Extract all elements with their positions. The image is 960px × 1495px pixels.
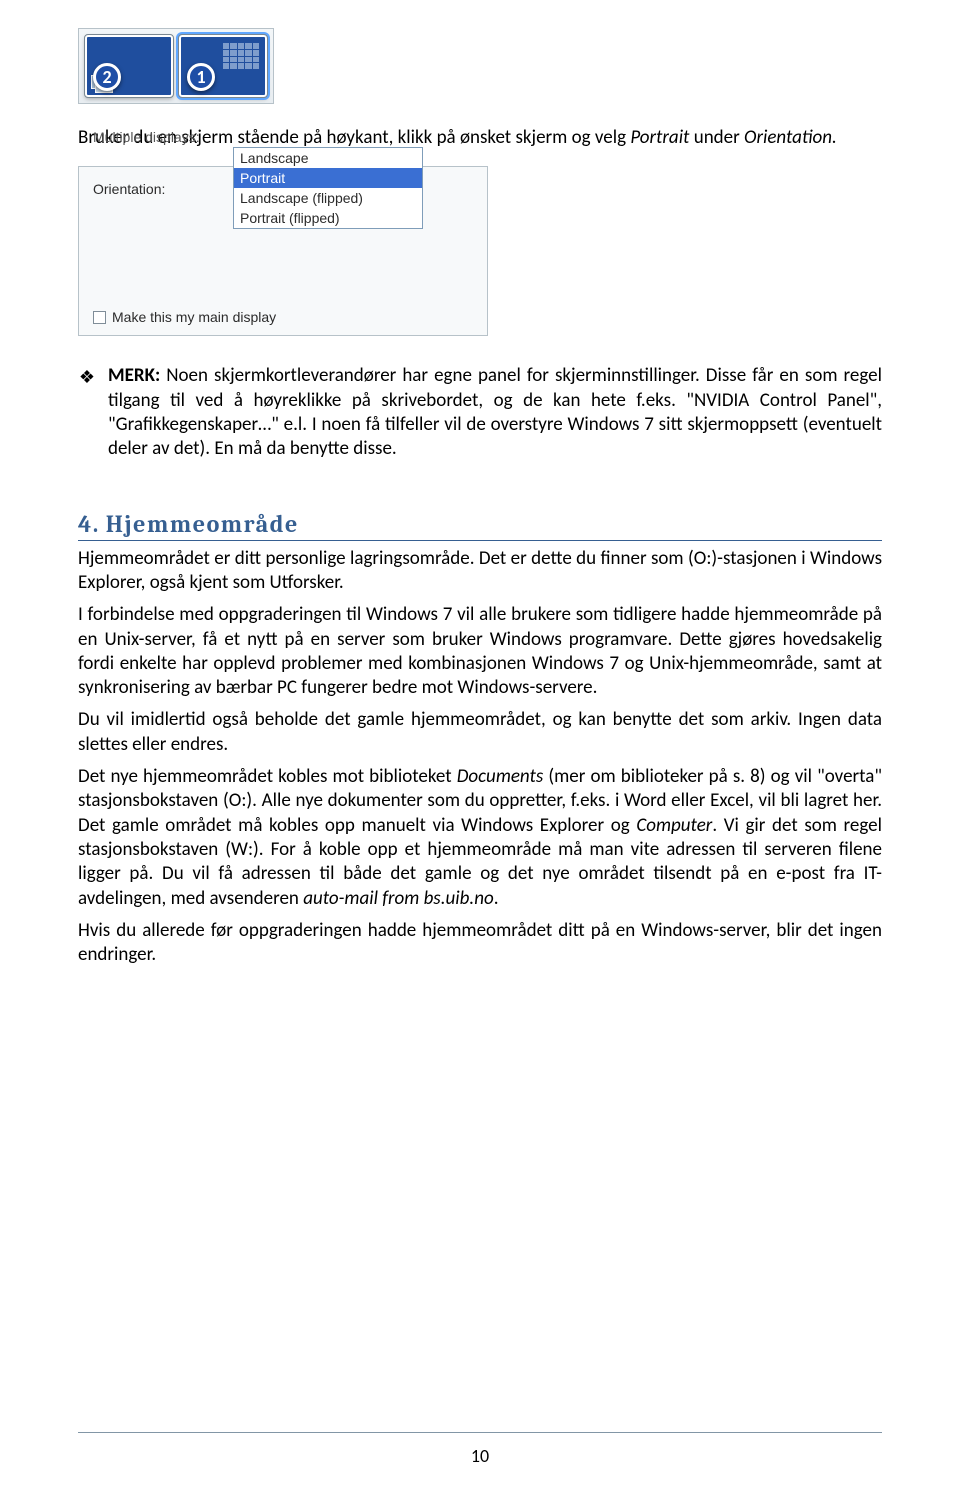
orientation-label: Orientation: [93, 181, 233, 197]
main-display-checkbox-label: Make this my main display [112, 309, 276, 325]
orientation-option[interactable]: Landscape (flipped) [234, 188, 422, 208]
monitor-selection-figure: 2 1 [78, 28, 274, 104]
paragraph: Du vil imidlertid også beholde det gamle… [78, 708, 882, 757]
footer-rule [78, 1432, 882, 1433]
note-text: MERK: Noen skjermkortleverandører har eg… [108, 364, 882, 461]
multiple-displays-label: Multiple displays: [93, 129, 233, 145]
orientation-option[interactable]: Portrait (flipped) [234, 208, 422, 228]
paragraph: Hvis du allerede før oppgraderingen hadd… [78, 919, 882, 968]
paragraph: Det nye hjemmeområdet kobles mot bibliot… [78, 765, 882, 911]
monitor-number-badge: 2 [93, 63, 121, 91]
note-block: ❖ MERK: Noen skjermkortleverandører har … [78, 364, 882, 461]
monitor-number-badge: 1 [187, 63, 215, 91]
paragraph: Hjemmeområdet er ditt personlige lagring… [78, 547, 882, 596]
paragraph: I forbindelse med oppgraderingen til Win… [78, 603, 882, 700]
orientation-option[interactable]: Landscape [234, 148, 422, 168]
monitor-1-thumbnail: 1 [179, 35, 267, 97]
heading-hjemmeomraade: 4.Hjemmeområde [78, 510, 882, 541]
orientation-dropdown-list: Landscape Portrait Landscape (flipped) P… [233, 147, 423, 229]
monitor-2-thumbnail: 2 [85, 35, 173, 97]
diamond-bullet-icon: ❖ [78, 366, 96, 461]
main-display-checkbox[interactable] [93, 311, 106, 324]
orientation-option[interactable]: Portrait [234, 168, 422, 188]
page-number: 10 [0, 1445, 960, 1467]
orientation-panel-figure: Orientation: Landscape ▼ Multiple displa… [78, 166, 488, 336]
